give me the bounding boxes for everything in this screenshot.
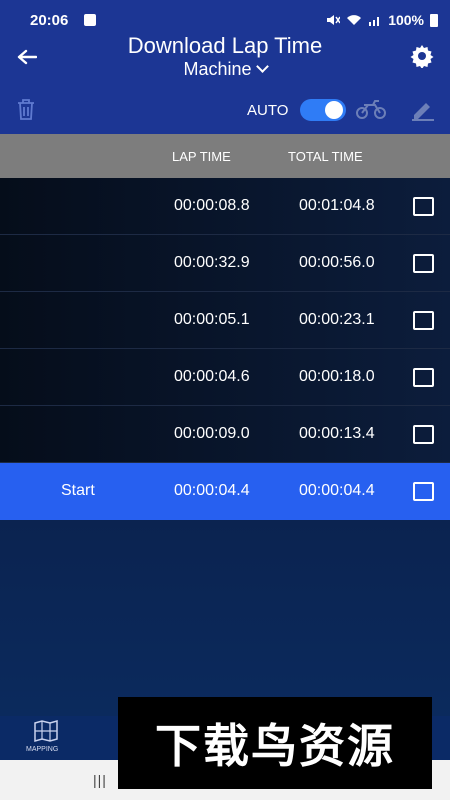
machine-mode-button[interactable] xyxy=(356,98,386,125)
row-lap-time: 00:00:04.6 xyxy=(174,368,250,385)
edit-button[interactable] xyxy=(410,97,436,126)
table-row[interactable]: 00:00:09.0 00:00:13.4 xyxy=(0,406,450,463)
table-row[interactable]: 00:00:04.6 00:00:18.0 xyxy=(0,349,450,406)
settings-button[interactable] xyxy=(410,44,436,70)
delete-button[interactable] xyxy=(16,98,36,125)
signal-icon xyxy=(369,17,380,26)
row-checkbox[interactable] xyxy=(413,482,434,501)
watermark-text: 下载鸟资源 xyxy=(155,719,395,773)
machine-selector[interactable]: Machine xyxy=(0,59,450,80)
notification-icon xyxy=(84,14,96,26)
row-checkbox[interactable] xyxy=(413,368,434,387)
row-total-time: 00:00:13.4 xyxy=(299,425,375,442)
gear-icon xyxy=(410,45,434,69)
map-grid-icon xyxy=(34,720,58,742)
column-header-lap-time: LAP TIME xyxy=(172,149,231,164)
table-row[interactable]: 00:00:08.8 00:01:04.8 xyxy=(0,178,450,235)
pencil-icon xyxy=(412,103,434,121)
wifi-icon xyxy=(347,15,362,25)
row-checkbox[interactable] xyxy=(413,311,434,330)
row-checkbox[interactable] xyxy=(413,197,434,216)
trash-icon xyxy=(18,99,34,120)
row-total-time: 00:00:18.0 xyxy=(299,368,375,385)
row-checkbox[interactable] xyxy=(413,425,434,444)
table-row-selected[interactable]: Start 00:00:04.4 00:00:04.4 xyxy=(0,463,450,520)
row-lap-time: 00:00:32.9 xyxy=(174,254,250,271)
status-indicators: 100% xyxy=(326,12,438,28)
column-header-total-time: TOTAL TIME xyxy=(288,149,363,164)
lap-list: 00:00:08.8 00:01:04.8 00:00:32.9 00:00:5… xyxy=(0,178,450,520)
table-row[interactable]: 00:00:05.1 00:00:23.1 xyxy=(0,292,450,349)
row-total-time: 00:00:56.0 xyxy=(299,254,375,271)
empty-list-area xyxy=(0,520,450,716)
page-title: Download Lap Time xyxy=(127,33,323,58)
row-lap-time: 00:00:05.1 xyxy=(174,311,250,328)
watermark: 下载鸟资源 xyxy=(118,697,432,789)
row-total-time: 00:00:04.4 xyxy=(299,482,375,499)
table-header: LAP TIME TOTAL TIME xyxy=(0,134,450,178)
battery-percent: 100% xyxy=(388,12,424,28)
app-bar: Download Lap Time Machine xyxy=(0,30,450,86)
table-row[interactable]: 00:00:32.9 00:00:56.0 xyxy=(0,235,450,292)
row-checkbox[interactable] xyxy=(413,254,434,273)
row-lap-time: 00:00:04.4 xyxy=(174,482,250,499)
nav-label-mapping: MAPPING xyxy=(26,746,59,753)
battery-icon xyxy=(430,13,438,27)
toolbar: AUTO xyxy=(0,86,450,134)
row-label: Start xyxy=(61,482,95,499)
mute-icon xyxy=(327,15,341,25)
auto-label: AUTO xyxy=(247,102,289,119)
motorcycle-icon xyxy=(356,100,386,119)
row-total-time: 00:00:23.1 xyxy=(299,311,375,328)
toggle-knob xyxy=(325,101,343,119)
recent-apps-icon[interactable]: ||| xyxy=(93,772,107,788)
chevron-down-icon xyxy=(255,60,269,73)
row-total-time: 00:01:04.8 xyxy=(299,197,375,214)
row-lap-time: 00:00:09.0 xyxy=(174,425,250,442)
status-time: 20:06 xyxy=(30,12,69,29)
auto-toggle[interactable] xyxy=(300,99,346,121)
row-lap-time: 00:00:08.8 xyxy=(174,197,250,214)
machine-selector-label: Machine xyxy=(183,59,252,79)
